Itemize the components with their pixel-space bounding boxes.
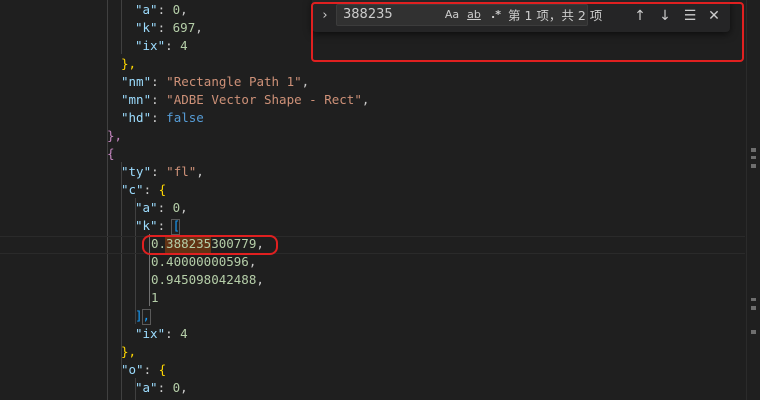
code-line: "a": 0,	[135, 380, 188, 395]
json-punctuation: ],	[135, 308, 151, 323]
vertical-scrollbar[interactable]	[746, 0, 760, 400]
json-boolean: false	[166, 110, 204, 125]
code-line: "mn": "ADBE Vector Shape - Rect",	[121, 92, 370, 107]
json-number: 4	[180, 38, 188, 53]
annotation-highlight-match	[142, 235, 278, 255]
json-key: "ix"	[135, 326, 166, 341]
scrollbar-marker	[751, 306, 756, 310]
code-line: "o": {	[121, 362, 167, 377]
code-line: ],	[135, 307, 150, 325]
json-string: "Rectangle Path 1"	[166, 74, 302, 89]
json-key: "k"	[135, 20, 158, 35]
json-key: "mn"	[121, 92, 152, 107]
code-line: "c": {	[121, 182, 167, 197]
json-number: 697	[172, 20, 196, 35]
code-line: 0.945098042488,	[151, 272, 264, 287]
json-string: "fl"	[166, 164, 197, 179]
json-key: "a"	[135, 2, 158, 17]
code-line: "a": 0,	[135, 2, 188, 17]
json-key: "a"	[135, 200, 158, 215]
indent-guide	[121, 0, 122, 54]
code-line: "k": 697,	[135, 20, 203, 35]
json-key: "o"	[121, 362, 144, 377]
json-punctuation: [	[172, 218, 181, 233]
json-key: "c"	[121, 182, 144, 197]
json-punctuation: },	[107, 128, 123, 143]
code-line: "ix": 4	[135, 326, 188, 341]
json-string: "ADBE Vector Shape - Rect"	[166, 92, 362, 107]
code-line: "hd": false	[121, 110, 204, 125]
code-line: 0.40000000596,	[151, 254, 257, 269]
scrollbar-marker	[751, 164, 756, 168]
json-key: "ty"	[121, 164, 152, 179]
json-key: "nm"	[121, 74, 152, 89]
code-line: "nm": "Rectangle Path 1",	[121, 74, 310, 89]
code-line: },	[121, 55, 136, 73]
code-line: "ix": 4	[135, 38, 188, 53]
json-key: "k"	[135, 218, 158, 233]
code-line: 1	[151, 289, 159, 307]
json-number: 0.945098042488	[151, 272, 257, 287]
json-punctuation: {	[158, 182, 167, 197]
scrollbar-marker	[751, 330, 756, 334]
json-key: "ix"	[135, 38, 166, 53]
json-number: 0.40000000596	[151, 254, 249, 269]
code-line: "ty": "fl",	[121, 164, 204, 179]
json-number: 4	[180, 326, 188, 341]
code-line: "k": [	[135, 218, 181, 233]
annotation-highlight-find-widget	[311, 2, 744, 62]
code-line: },	[121, 343, 136, 361]
json-key: "a"	[135, 380, 158, 395]
json-punctuation: {	[107, 146, 115, 161]
json-key: "hd"	[121, 110, 152, 125]
json-punctuation: },	[121, 56, 137, 71]
json-number: 1	[151, 290, 159, 305]
code-line: "a": 0,	[135, 200, 188, 215]
json-punctuation: },	[121, 344, 137, 359]
json-punctuation: {	[158, 362, 167, 377]
scrollbar-marker	[751, 148, 756, 152]
code-line: {	[107, 145, 115, 163]
scrollbar-marker	[751, 156, 756, 159]
indent-guide	[107, 0, 108, 400]
code-line: },	[107, 127, 122, 145]
current-line-highlight	[0, 236, 745, 254]
scrollbar-marker	[751, 298, 756, 301]
